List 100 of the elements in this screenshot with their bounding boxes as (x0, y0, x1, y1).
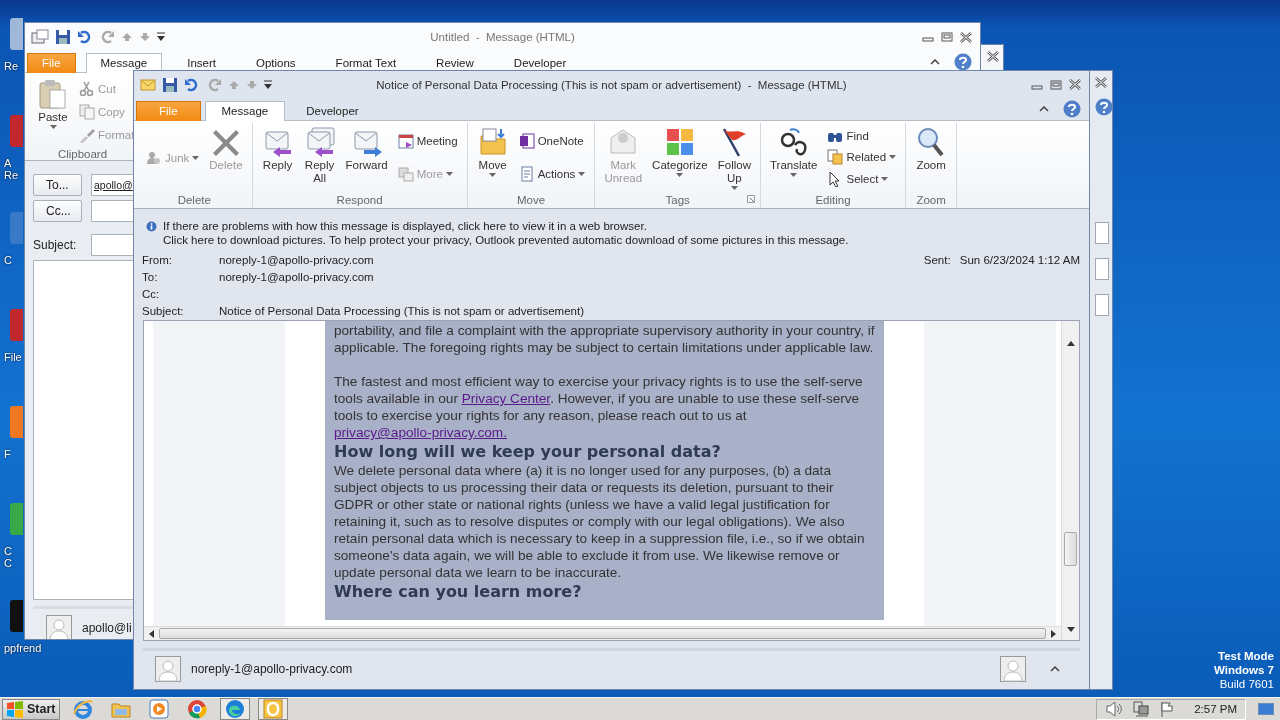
ribbon-button[interactable]: Select (823, 169, 901, 190)
clock[interactable]: 2:57 PM (1194, 703, 1237, 715)
recipient-name[interactable]: apollo@ (94, 179, 133, 191)
ribbon-button[interactable]: Related (823, 147, 901, 168)
ribbon-button[interactable]: Reply (257, 123, 298, 173)
documents-icon (827, 149, 844, 166)
input-field[interactable] (91, 234, 133, 256)
text-link[interactable]: privacy@apollo-privacy.com. (334, 425, 507, 440)
customize-icon[interactable] (264, 79, 272, 90)
vertical-scrollbar[interactable] (1061, 321, 1079, 640)
customize-icon[interactable] (157, 32, 165, 42)
ribbon-tab[interactable]: Review (421, 53, 489, 73)
close-icon[interactable] (1095, 77, 1107, 88)
taskbar-button[interactable] (258, 698, 289, 720)
horizontal-scrollbar[interactable] (144, 626, 1061, 640)
header-value: Notice of Personal Data Processing (This is not spam or advertisement) (219, 304, 584, 317)
ribbon-tab[interactable]: Message (85, 53, 163, 73)
chevron-up-icon[interactable] (1039, 106, 1049, 112)
down-arrow-icon[interactable] (246, 79, 258, 90)
infobar-message[interactable]: Click here to download pictures. To help protect your privacy, Outlook prevented automatic download of some pictures in this message. (163, 234, 849, 246)
ribbon-button[interactable]: Forward (341, 123, 392, 173)
text-link[interactable]: Privacy Center (461, 391, 551, 406)
save-icon[interactable] (162, 76, 178, 93)
up-arrow-icon[interactable] (228, 79, 240, 90)
desktop-icon-label: Re (4, 169, 19, 181)
flag-icon[interactable] (1159, 701, 1176, 717)
contact-name[interactable]: apollo@li (82, 621, 132, 635)
show-desktop-icon[interactable] (1258, 702, 1274, 716)
help-icon[interactable] (1095, 98, 1112, 116)
ribbon-button[interactable]: Move (472, 123, 513, 178)
ribbon-button[interactable]: Reply All (299, 123, 340, 186)
redo-icon[interactable] (206, 76, 222, 93)
contact-name[interactable]: noreply-1@apollo-privacy.com (191, 662, 353, 676)
compose-icon[interactable] (31, 29, 49, 45)
input-field[interactable] (1095, 222, 1109, 244)
document-icon (518, 165, 535, 182)
speaker-icon[interactable] (1105, 701, 1124, 717)
ribbon-button[interactable]: Actions (514, 163, 590, 184)
desktop-icon-label: C (4, 545, 12, 557)
section-heading: How long will we keep your personal data? (334, 442, 722, 462)
ribbon-button[interactable]: Find (823, 125, 901, 146)
start-button[interactable]: Start (2, 698, 61, 720)
help-icon[interactable] (954, 52, 972, 71)
redo-icon[interactable] (99, 29, 115, 45)
paste-button[interactable]: Paste (33, 75, 73, 148)
desktop-icon-label: File (4, 351, 22, 363)
message-body-field[interactable] (33, 260, 134, 600)
scissors-icon (79, 80, 95, 97)
input-field[interactable] (1095, 294, 1109, 316)
input-field[interactable] (91, 200, 133, 222)
down-arrow-icon[interactable] (139, 32, 151, 42)
ribbon-tab[interactable]: Message (204, 101, 286, 121)
input-field[interactable] (1095, 258, 1109, 280)
ribbon-button[interactable]: Meeting (393, 131, 462, 152)
undo-icon[interactable] (77, 29, 93, 45)
group-label: Editing (815, 194, 851, 206)
windows-icon (397, 165, 414, 182)
address-button[interactable]: To... (33, 174, 82, 196)
ribbon-button[interactable]: Follow Up (713, 123, 755, 191)
window-title: Untitled - Message (HTML) (429, 31, 576, 43)
header-label: To: (142, 270, 159, 283)
chevron-up-icon[interactable] (1050, 666, 1060, 672)
close-icon[interactable] (960, 31, 972, 43)
desktop-notice: Test Mode (1218, 649, 1274, 663)
save-icon[interactable] (55, 29, 71, 45)
dialog-launcher-icon[interactable] (746, 195, 755, 203)
brush-icon (79, 126, 95, 143)
group-label: Respond (336, 194, 383, 206)
ribbon-tab[interactable]: Options (240, 53, 311, 73)
desktop-icon-label: C (4, 557, 12, 569)
calendar-icon (397, 133, 414, 150)
desktop-icon-label: ppfrend (4, 642, 42, 654)
input-field[interactable]: apollo@ (91, 174, 133, 196)
field-label: Subject: (33, 238, 78, 252)
undo-icon[interactable] (184, 76, 200, 93)
infobar-message[interactable]: If there are problems with how this message is displayed, click here to view it in a web browser. (163, 220, 647, 232)
close-icon[interactable] (1069, 79, 1081, 90)
ribbon-button[interactable]: Translate (765, 123, 822, 178)
help-icon[interactable] (1063, 100, 1081, 118)
group-label: Delete (177, 194, 211, 206)
chevron-up-icon[interactable] (930, 58, 940, 65)
ribbon-button[interactable]: OneNote (514, 131, 590, 152)
header-value: noreply-1@apollo-privacy.com (219, 253, 374, 266)
close-icon[interactable] (987, 51, 999, 62)
restore-icon[interactable] (1050, 79, 1062, 90)
ribbon-tab[interactable]: Developer (498, 53, 582, 73)
envelope-icon[interactable] (140, 76, 156, 93)
ribbon-tab[interactable]: Insert (172, 53, 231, 73)
restore-icon[interactable] (941, 32, 953, 42)
group-label: Clipboard (56, 148, 109, 160)
body-paragraph: The fastest and most efficient way to exercise your privacy rights is to use the self-serve tools available in our Privacy Center. However, if you are unable to use these self-serve tools to exercise your rights for any reason, please reach out to us at privacy@apollo-privacy.com. (334, 373, 864, 441)
desktop-notice: Build 7601 (1219, 677, 1274, 691)
network-icon[interactable] (1132, 701, 1151, 717)
address-button[interactable]: Cc... (33, 200, 82, 222)
taskbar-button[interactable] (220, 698, 251, 720)
ribbon-button[interactable]: Categorize (648, 123, 712, 178)
up-arrow-icon[interactable] (121, 32, 133, 42)
ribbon-tab[interactable]: Developer (289, 101, 376, 121)
ribbon-tab[interactable]: Format Text (320, 53, 412, 73)
ribbon-button[interactable]: Zoom (911, 123, 952, 173)
